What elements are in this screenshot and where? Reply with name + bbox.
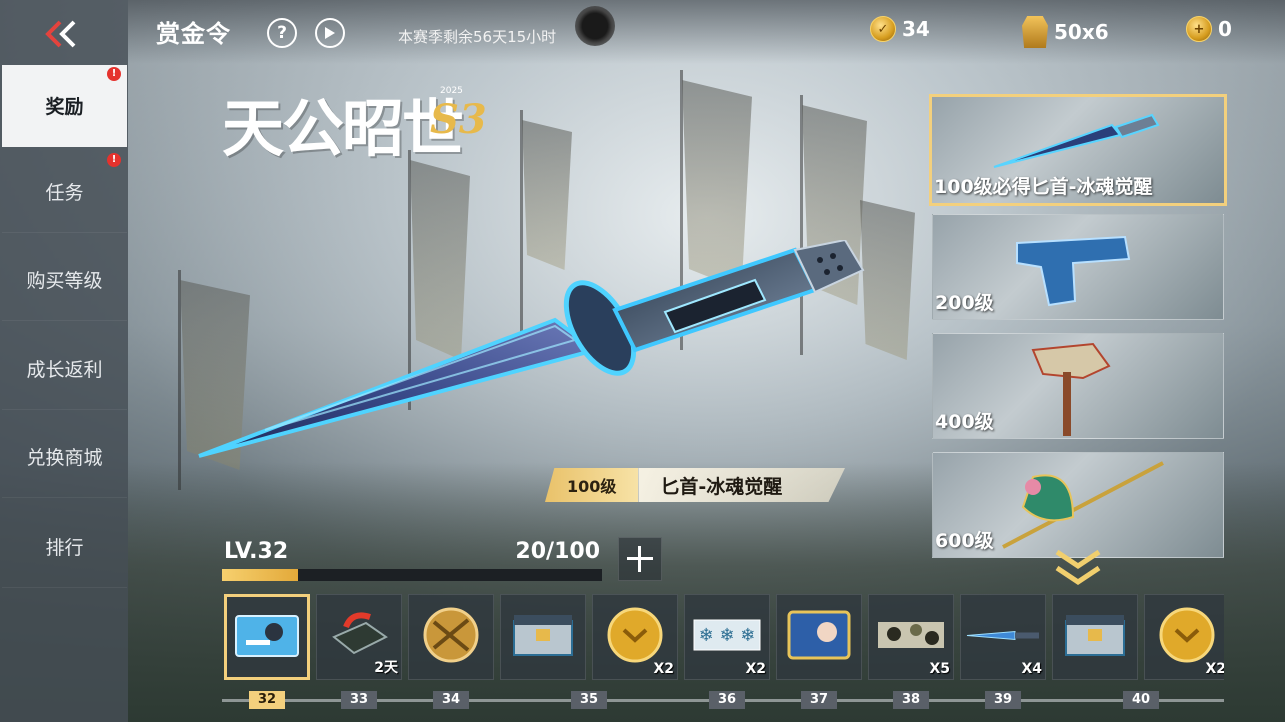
reward-quantity: 2天 xyxy=(374,660,398,676)
reward-slot[interactable]: 2天 xyxy=(316,594,402,680)
reward-quantity: X2 xyxy=(745,661,766,677)
featured-dagger-image xyxy=(198,240,865,458)
sidebar-item-3[interactable]: 成长返利 xyxy=(2,328,127,410)
season-remaining-text: 本赛季剩余56天15小时 xyxy=(398,28,557,46)
reward-slot[interactable] xyxy=(224,594,310,680)
season-logo-year: 2025 xyxy=(440,86,463,96)
supply-box-icon xyxy=(510,609,576,665)
avatar-card-icon xyxy=(787,610,851,664)
gold-coin-icon xyxy=(1158,606,1216,668)
reward-card-200[interactable]: 200级 xyxy=(932,214,1224,320)
level-marker: 38 xyxy=(893,691,929,709)
reward-strip[interactable]: 2天 X2 ❄ ❄ ❄ X2 X5 X4 X2 xyxy=(222,594,1224,684)
sidebar-item-5[interactable]: 排行 xyxy=(2,506,127,588)
question-circle-icon[interactable]: ? xyxy=(267,18,297,48)
camera-cutout xyxy=(575,6,615,46)
reward-slot[interactable]: ❄ ❄ ❄ X2 xyxy=(684,594,770,680)
sidebar-item-0[interactable]: 奖励! xyxy=(2,65,127,147)
reward-card-label: 600级 xyxy=(935,530,994,552)
level-marker: 36 xyxy=(709,691,745,709)
reward-slot[interactable] xyxy=(500,594,586,680)
gold-coin-icon xyxy=(606,606,664,668)
reward-slot[interactable]: X4 xyxy=(960,594,1046,680)
level-marker-row: 32 33 34 35 36 37 38 39 40 xyxy=(222,690,1224,710)
token-currency-value: 0 xyxy=(1218,17,1232,41)
sidebar-item-label: 兑换商城 xyxy=(26,447,103,469)
level-marker: 32 xyxy=(249,691,285,709)
sidebar-item-label: 排行 xyxy=(45,537,84,559)
featured-level: 100级 xyxy=(545,468,639,502)
level-progress-fill xyxy=(222,569,298,581)
token-currency[interactable]: + 0 xyxy=(1186,16,1232,42)
reward-card-600[interactable]: 600级 xyxy=(932,452,1224,558)
sidebar-item-label: 购买等级 xyxy=(26,270,103,292)
halberd-icon xyxy=(1002,461,1164,549)
reward-card-label: 400级 xyxy=(935,411,994,433)
reward-card-400[interactable]: 400级 xyxy=(932,333,1224,439)
reward-slot[interactable]: X2 xyxy=(1144,594,1224,680)
double-chevron-left-icon xyxy=(45,20,76,48)
sidebar-item-2[interactable]: 购买等级 xyxy=(2,239,127,321)
level-label: LV.32 xyxy=(224,539,289,564)
reward-slot[interactable]: X5 xyxy=(868,594,954,680)
alert-badge-icon: ! xyxy=(107,67,121,81)
reward-card-label: 200级 xyxy=(935,292,994,314)
reward-card-label: 100级必得匕首-冰魂觉醒 xyxy=(934,176,1153,198)
sidebar-item-label: 奖励 xyxy=(45,96,84,118)
supply-box-icon xyxy=(1062,609,1128,665)
level-marker: 37 xyxy=(801,691,837,709)
alert-badge-icon: ! xyxy=(107,153,121,167)
svg-text:❄ ❄ ❄: ❄ ❄ ❄ xyxy=(699,625,756,646)
level-marker: 35 xyxy=(571,691,607,709)
featured-reward-label[interactable]: 100级 匕首-冰魂觉醒 xyxy=(545,465,845,505)
back-button[interactable] xyxy=(38,16,82,52)
plus-icon xyxy=(627,546,653,572)
level-marker: 33 xyxy=(341,691,377,709)
pistol-icon xyxy=(1016,235,1131,307)
axe-icon xyxy=(1031,342,1111,436)
sidebar-item-4[interactable]: 兑换商城 xyxy=(2,416,127,498)
double-chevron-down-icon[interactable] xyxy=(1053,548,1103,588)
reward-slot[interactable] xyxy=(1052,594,1138,680)
blue-dagger-icon xyxy=(965,628,1041,647)
page-title: 赏金令 xyxy=(156,20,231,48)
dagger-icon xyxy=(993,113,1160,168)
reward-card-100[interactable]: 100级必得匕首-冰魂觉醒 xyxy=(929,94,1227,206)
sidebar-item-1[interactable]: 任务! xyxy=(2,151,127,233)
play-circle-icon[interactable] xyxy=(315,18,345,48)
season-logo: 天公昭世 xyxy=(222,92,464,165)
season-logo-suffix: S3 xyxy=(430,96,487,143)
sidebar-item-label: 任务 xyxy=(45,182,84,204)
left-sidebar: 奖励! 任务! 购买等级 成长返利 兑换商城 排行 xyxy=(0,0,128,722)
buy-level-button[interactable] xyxy=(618,537,662,581)
token-coin-icon: + xyxy=(1186,16,1212,42)
character-card-icon xyxy=(234,610,300,664)
level-progress-text: 20/100 xyxy=(515,539,600,564)
snow-camo-card-icon: ❄ ❄ ❄ xyxy=(692,618,762,656)
reward-quantity: X2 xyxy=(1205,661,1224,677)
helmet-currency[interactable]: 50x6 xyxy=(1022,16,1109,48)
helmet-currency-value: 50x6 xyxy=(1054,20,1109,44)
level-marker: 40 xyxy=(1123,691,1159,709)
sidebar-item-label: 成长返利 xyxy=(26,359,103,381)
reward-slot[interactable] xyxy=(408,594,494,680)
level-marker: 39 xyxy=(985,691,1021,709)
featured-name: 匕首-冰魂觉醒 xyxy=(638,468,845,502)
gold-coin-icon: ✓ xyxy=(870,16,896,42)
level-marker: 34 xyxy=(433,691,469,709)
camo-card-icon xyxy=(876,620,946,654)
reward-quantity: X2 xyxy=(653,661,674,677)
coin-currency[interactable]: ✓ 34 xyxy=(870,16,930,42)
coin-currency-value: 34 xyxy=(902,17,930,41)
helmet-icon xyxy=(1022,16,1048,48)
top-bar xyxy=(128,0,1285,64)
rifle-medal-icon xyxy=(422,606,480,668)
reward-quantity: X5 xyxy=(929,661,950,677)
reward-slot[interactable] xyxy=(776,594,862,680)
reward-quantity: X4 xyxy=(1021,661,1042,677)
reward-slot[interactable]: X2 xyxy=(592,594,678,680)
level-progress-bar xyxy=(222,569,602,581)
